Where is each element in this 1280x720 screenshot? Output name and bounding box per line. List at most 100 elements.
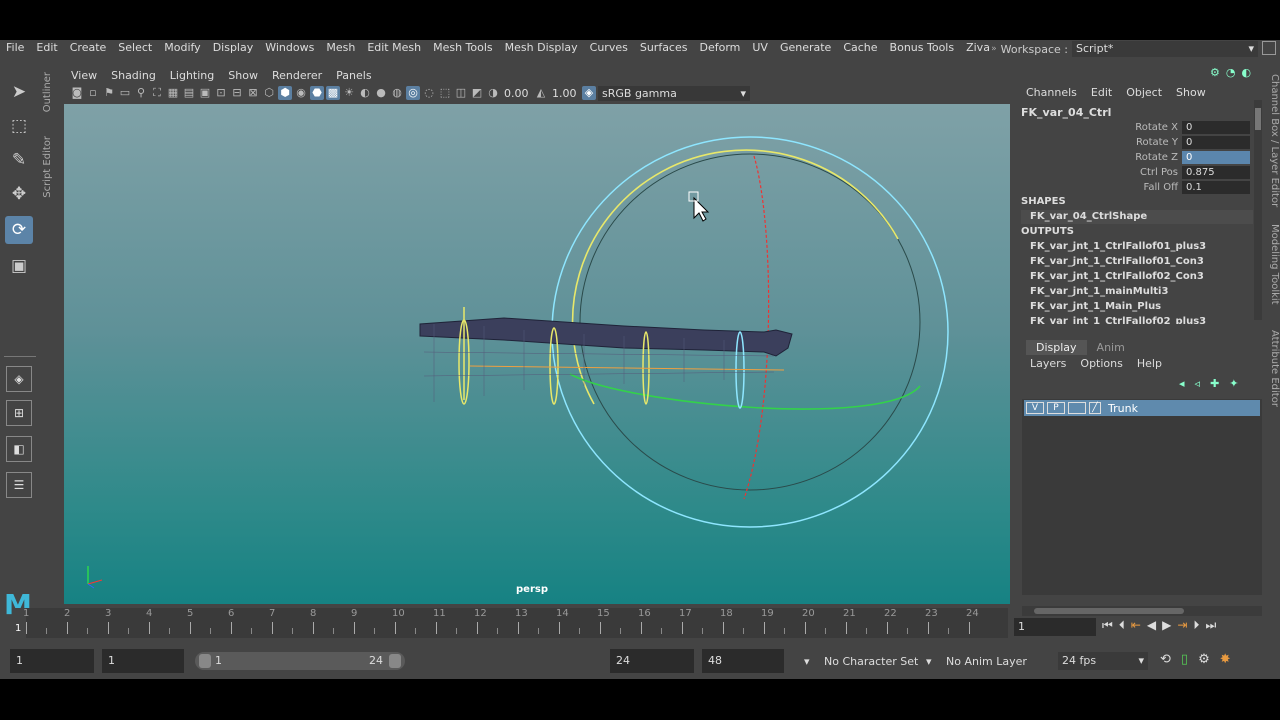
move-tool-icon[interactable]: ✥ xyxy=(5,180,33,208)
two-pane-icon[interactable]: ◧ xyxy=(6,436,32,462)
depth-of-field-icon[interactable]: ◌ xyxy=(422,86,436,100)
layer-horizontal-scrollbar[interactable] xyxy=(1022,606,1262,616)
motion-blur-icon[interactable]: ◍ xyxy=(390,86,404,100)
script-editor-tab[interactable]: Script Editor xyxy=(42,136,53,198)
smooth-shade-icon[interactable]: ⬢ xyxy=(278,86,292,100)
new-layer-icon[interactable]: ✚ xyxy=(1210,377,1219,390)
safe-title-icon[interactable]: ⊠ xyxy=(246,86,260,100)
menu-display[interactable]: Display xyxy=(207,41,260,54)
ambient-occlusion-icon[interactable]: ● xyxy=(374,86,388,100)
inner-control-sphere[interactable] xyxy=(579,153,921,491)
xray-icon[interactable]: ◫ xyxy=(454,86,468,100)
panel-menu-panels[interactable]: Panels xyxy=(329,69,378,82)
menu-surfaces[interactable]: Surfaces xyxy=(634,41,694,54)
loop-icon[interactable]: ⟲ xyxy=(1160,652,1171,667)
xray-joints-icon[interactable]: ◩ xyxy=(470,86,484,100)
channel-box-scrollbar[interactable] xyxy=(1254,100,1262,320)
menu-file[interactable]: File xyxy=(0,41,30,54)
attr-rotate-y[interactable]: Rotate Y 0 xyxy=(1094,135,1254,149)
layer-playback-toggle[interactable]: P xyxy=(1047,402,1065,414)
current-frame-field[interactable]: 1 xyxy=(1014,618,1096,636)
attr-value[interactable]: 0.875 xyxy=(1182,165,1250,179)
run-icon[interactable]: ✸ xyxy=(1220,652,1231,667)
character-set-arrow-icon[interactable]: ▾ xyxy=(804,655,810,668)
output-item[interactable]: FK_var_jnt_1_CtrlFallof01_Con3 xyxy=(1030,256,1204,267)
output-item[interactable]: FK_var_jnt_1_CtrlFallof01_plus3 xyxy=(1030,241,1206,252)
panel-menu-view[interactable]: View xyxy=(64,69,104,82)
cb-menu-edit[interactable]: Edit xyxy=(1091,86,1112,99)
bookmark-icon[interactable]: ⚑ xyxy=(102,86,116,100)
wireframe-on-shaded-icon[interactable]: ⬣ xyxy=(310,86,324,100)
menu-windows[interactable]: Windows xyxy=(259,41,320,54)
panel-menu-lighting[interactable]: Lighting xyxy=(163,69,221,82)
tab-display[interactable]: Display xyxy=(1026,340,1087,355)
select-tool-icon[interactable]: ➤ xyxy=(5,78,33,106)
rotate-green-equator[interactable] xyxy=(569,373,921,410)
attr-rotate-x[interactable]: Rotate X 0 xyxy=(1094,120,1254,134)
single-pane-icon[interactable]: ◈ xyxy=(6,366,32,392)
hyperbolic-icon[interactable]: ◐ xyxy=(1241,66,1251,79)
workspace-dropdown[interactable]: Script* ▾ xyxy=(1072,41,1258,57)
modeling-toolkit-tab[interactable]: Modeling Toolkit xyxy=(1269,224,1280,305)
rotate-red-meridian[interactable] xyxy=(743,155,770,500)
menu-curves[interactable]: Curves xyxy=(584,41,634,54)
animation-start-field[interactable]: 1 xyxy=(10,649,94,673)
play-backwards-icon[interactable]: ◀ xyxy=(1147,618,1156,633)
output-item[interactable]: FK_var_jnt_1_CtrlFallof02_Con3 xyxy=(1030,271,1204,282)
new-layer-selected-icon[interactable]: ✦ xyxy=(1229,377,1238,390)
maximize-icon[interactable] xyxy=(1262,41,1276,55)
menu-create[interactable]: Create xyxy=(64,41,113,54)
menu-bonus-tools[interactable]: Bonus Tools xyxy=(884,41,961,54)
isolate-select-icon[interactable]: ⬚ xyxy=(438,86,452,100)
attr-ctrl-pos[interactable]: Ctrl Pos 0.875 xyxy=(1094,165,1254,179)
cb-menu-show[interactable]: Show xyxy=(1176,86,1206,99)
anim-prefs-icon[interactable]: ⚙ xyxy=(1198,652,1210,667)
channel-box-layer-editor-tab[interactable]: Channel Box / Layer Editor xyxy=(1269,74,1280,207)
attr-rotate-z[interactable]: Rotate Z 0 xyxy=(1094,150,1254,164)
speed-icon[interactable]: ◔ xyxy=(1226,66,1236,79)
layer-display-type-toggle[interactable] xyxy=(1068,402,1086,414)
output-item[interactable]: FK_var_jnt_1_mainMulti3 xyxy=(1030,286,1168,297)
menu-mesh[interactable]: Mesh xyxy=(320,41,361,54)
shadows-icon[interactable]: ◐ xyxy=(358,86,372,100)
tab-anim[interactable]: Anim xyxy=(1087,340,1135,355)
menu-edit[interactable]: Edit xyxy=(30,41,63,54)
field-chart-icon[interactable]: ⊡ xyxy=(214,86,228,100)
camera-attr-icon[interactable]: ▫ xyxy=(86,86,100,100)
range-slider[interactable]: 1 24 xyxy=(195,652,405,670)
attr-value[interactable]: 0.1 xyxy=(1182,180,1250,194)
scale-tool-icon[interactable]: ▣ xyxy=(5,252,33,280)
camera-icon[interactable]: ◙ xyxy=(70,86,84,100)
film-gate-icon[interactable]: ⛶ xyxy=(150,86,164,100)
layer-row-trunk[interactable]: V P ╱ Trunk xyxy=(1024,400,1260,416)
panel-menu-show[interactable]: Show xyxy=(221,69,265,82)
menu-mesh-tools[interactable]: Mesh Tools xyxy=(427,41,499,54)
move-layer-up-icon[interactable]: ◂ xyxy=(1179,377,1185,390)
move-layer-down-icon[interactable]: ◃ xyxy=(1195,377,1201,390)
four-pane-icon[interactable]: ⊞ xyxy=(6,400,32,426)
lock-camera-icon[interactable]: ⚲ xyxy=(134,86,148,100)
color-space-dropdown[interactable]: sRGB gamma ▾ xyxy=(598,85,750,101)
animation-end-field[interactable]: 48 xyxy=(702,649,784,673)
cb-menu-channels[interactable]: Channels xyxy=(1026,86,1077,99)
gamma-icon[interactable]: ◭ xyxy=(534,86,548,100)
step-back-key-icon[interactable]: ⇤ xyxy=(1131,618,1141,633)
exposure-field[interactable]: 0.00 xyxy=(502,87,532,100)
default-material-icon[interactable]: ◉ xyxy=(294,86,308,100)
scroll-thumb[interactable] xyxy=(1034,608,1184,614)
menu-deform[interactable]: Deform xyxy=(693,41,746,54)
color-management-icon[interactable]: ◈ xyxy=(582,86,596,100)
attr-value[interactable]: 0 xyxy=(1182,150,1250,164)
gamma-field[interactable]: 1.00 xyxy=(550,87,580,100)
manipulator-icon[interactable]: ⚙ xyxy=(1210,66,1220,79)
step-forward-frame-icon[interactable]: ⏵ xyxy=(1193,618,1199,633)
anti-aliasing-icon[interactable]: ◎ xyxy=(406,86,420,100)
playback-start-field[interactable]: 1 xyxy=(102,649,184,673)
auto-key-icon[interactable]: ▯ xyxy=(1181,652,1188,667)
attr-value[interactable]: 0 xyxy=(1182,135,1250,149)
menu-modify[interactable]: Modify xyxy=(158,41,206,54)
anim-layer-label[interactable]: No Anim Layer xyxy=(946,655,1027,668)
resolution-gate-icon[interactable]: ▤ xyxy=(182,86,196,100)
time-slider[interactable]: 1 1 2 3 4 5 6 7 8 9 10 11 12 13 14 15 16 17 18 19 20 21 22 23 2… xyxy=(12,608,1008,638)
grid-icon[interactable]: ▦ xyxy=(166,86,180,100)
